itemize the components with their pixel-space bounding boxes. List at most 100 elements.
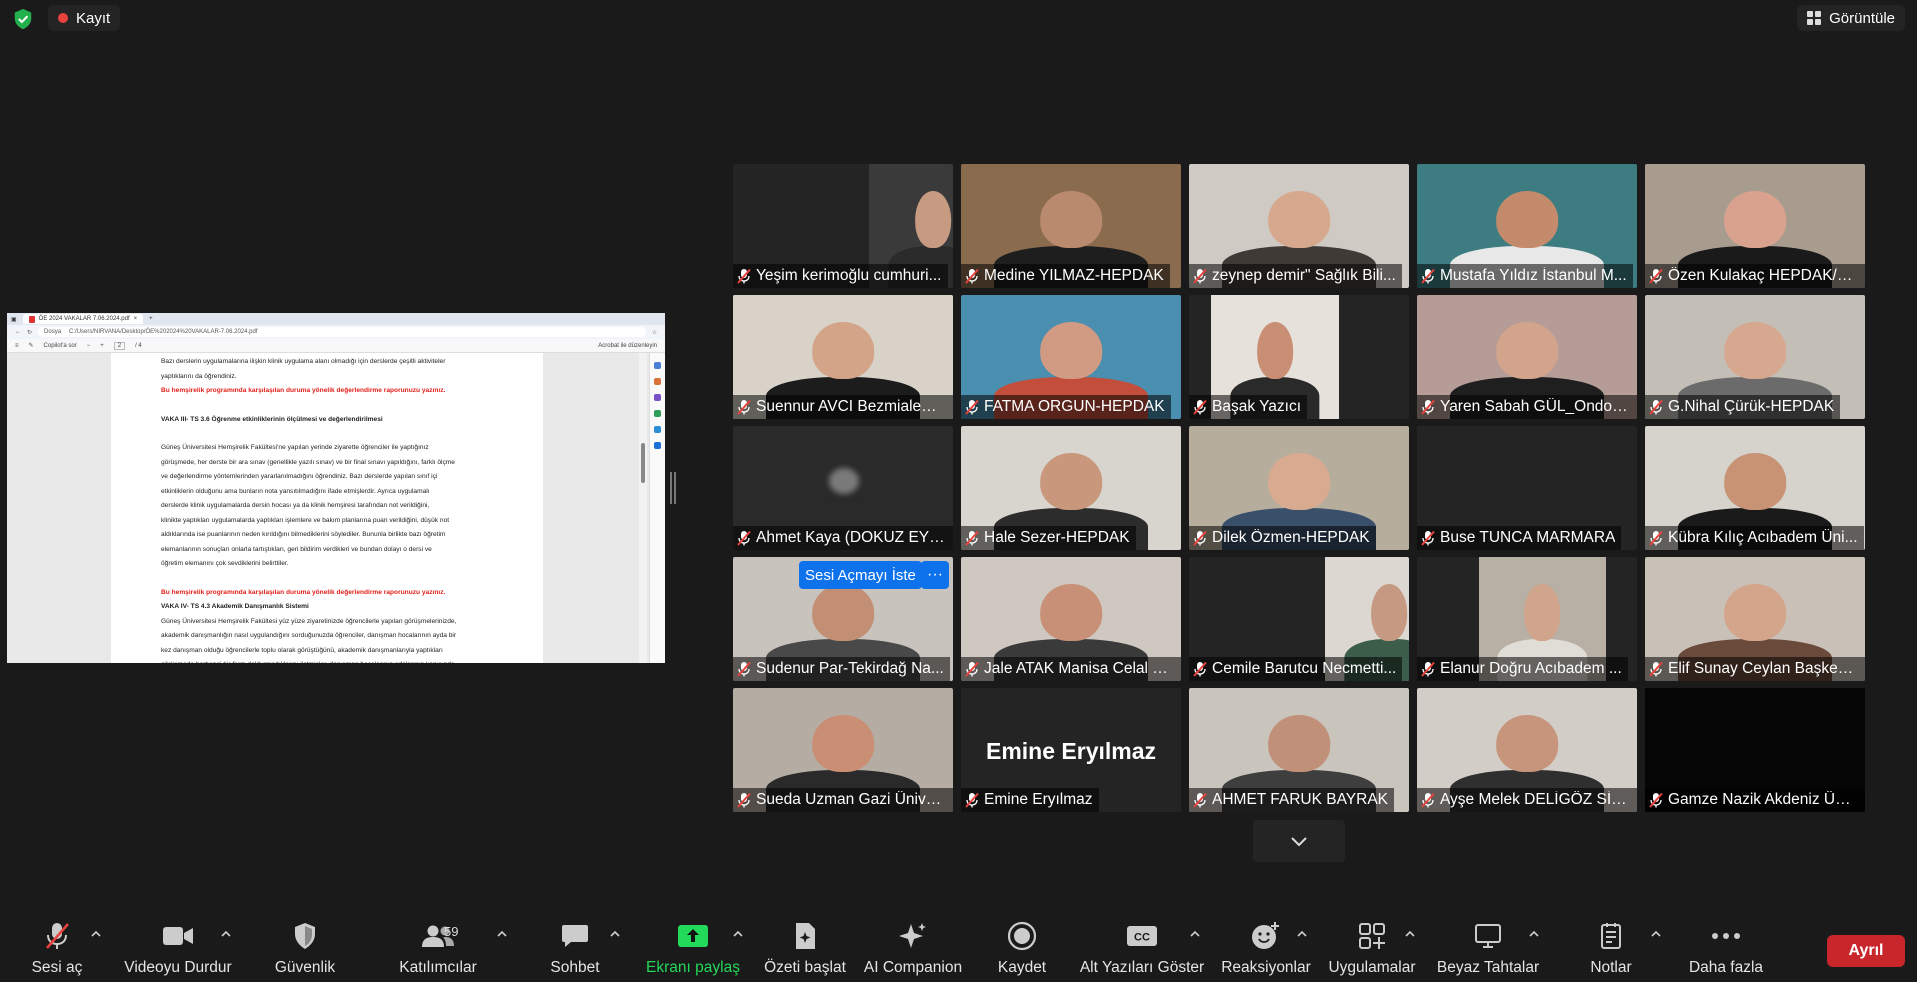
participant-name-label: Özen Kulakaç HEPDAK/OMÜ — [1645, 264, 1865, 288]
pdf-text-line: derslerde klinik uygulamalarda dersin ho… — [161, 502, 430, 509]
pdf-text-line: Bu hemşirelik programında karşılaşılan d… — [161, 387, 446, 394]
draw-icon[interactable]: ✎ — [29, 342, 34, 349]
mic-muted-icon — [965, 399, 979, 415]
pdf-text-line: yaptıklarını da öğrendiniz. — [161, 372, 237, 380]
participant-tile[interactable]: Elif Sunay Ceylan Başkent... — [1645, 557, 1865, 681]
participant-name-label: zeynep demir" Sağlık Bili... — [1189, 264, 1402, 288]
participant-more-button[interactable]: ··· — [921, 561, 949, 589]
participant-tile[interactable]: Yeşim kerimoğlu cumhuri... — [733, 164, 953, 288]
participant-tile[interactable]: Elanur Doğru Acıbadem ... — [1417, 557, 1637, 681]
pdf-text-line: Güneş Üniversitesi Hemşirelik Fakültesi … — [161, 617, 457, 625]
whiteboards-button[interactable]: Beyaz Tahtalar — [1436, 916, 1540, 982]
more-button[interactable]: Daha fazla — [1686, 916, 1766, 982]
participant-tile[interactable]: Kübra Kılıç Acıbadem Üni... — [1645, 426, 1865, 550]
participant-tile[interactable]: FATMA ORGUN-HEPDAK — [961, 295, 1181, 419]
page-number-input[interactable]: 2 — [113, 341, 126, 350]
pdf-text-line: görüşmede, her derste bir ara sınav (gen… — [161, 458, 455, 466]
share-screen-button[interactable]: Ekranı paylaş — [645, 916, 741, 982]
unmute-button[interactable]: Sesi aç — [32, 916, 82, 982]
url-prefix: Dosya — [44, 329, 62, 335]
leave-button[interactable]: Ayrıl — [1827, 935, 1905, 967]
participant-tile[interactable]: Buse TUNCA MARMARA — [1417, 426, 1637, 550]
apps-caret-icon[interactable] — [1404, 930, 1416, 938]
ai-companion-button[interactable]: AI Companion — [862, 916, 964, 982]
participant-tile[interactable]: Sueda Uzman Gazi Ünive... — [733, 688, 953, 812]
participant-tile[interactable]: Jale ATAK Manisa Celal Ba... — [961, 557, 1181, 681]
record-button[interactable]: Kaydet — [990, 916, 1054, 982]
captions-caret-icon[interactable] — [1189, 930, 1201, 938]
browser-tab-title: ÖE 2024 VAKALAR 7.06.2024.pdf — [38, 316, 130, 322]
grid-view-icon — [1807, 11, 1822, 25]
participant-tile[interactable]: Ayşe Melek DELİGÖZ SİV... — [1417, 688, 1637, 812]
notes-label: Notlar — [1590, 959, 1632, 976]
new-tab-icon[interactable]: + — [149, 316, 153, 322]
notes-button[interactable]: Notlar — [1584, 916, 1638, 982]
chat-button[interactable]: Sohbet — [544, 916, 606, 982]
zoom-in-icon[interactable]: + — [100, 343, 104, 349]
next-page-button[interactable] — [1253, 820, 1345, 862]
notes-caret-icon[interactable] — [1650, 930, 1662, 938]
participant-tile[interactable]: Sesi Açmayı İste ··· Sudenur Par-Tekirdağ … — [733, 557, 953, 681]
browser-tab[interactable]: ÖE 2024 VAKALAR 7.06.2024.pdf × — [22, 314, 144, 324]
participant-tile[interactable]: Medine YILMAZ-HEPDAK — [961, 164, 1181, 288]
participant-name-label: Cemile Barutcu Necmetti... — [1189, 657, 1403, 681]
reactions-caret-icon[interactable] — [1296, 930, 1308, 938]
participant-tile[interactable]: Başak Yazıcı — [1189, 295, 1409, 419]
security-shield-icon[interactable] — [12, 8, 34, 30]
whiteboards-caret-icon[interactable] — [1528, 930, 1540, 938]
acrobat-edit[interactable]: Acrobat ile düzenleyin — [598, 343, 657, 349]
participant-tile[interactable]: Hale Sezer-HEPDAK — [961, 426, 1181, 550]
video-options-caret-icon[interactable] — [220, 930, 232, 938]
participant-tile[interactable]: G.Nihal Çürük-HEPDAK — [1645, 295, 1865, 419]
chat-caret-icon[interactable] — [609, 930, 621, 938]
participant-tile[interactable]: Ahmet Kaya (DOKUZ EYL... — [733, 426, 953, 550]
participant-name: Buse TUNCA MARMARA — [1440, 529, 1616, 546]
participant-tile[interactable]: zeynep demir" Sağlık Bili... — [1189, 164, 1409, 288]
participants-button[interactable]: 59 Katılımcılar — [398, 916, 478, 982]
tab-close-icon[interactable]: × — [134, 316, 138, 322]
view-button[interactable]: Görüntüle — [1797, 5, 1905, 31]
mic-muted-icon — [1421, 399, 1435, 415]
pdf-search[interactable]: Copilot'a sor — [44, 343, 77, 349]
more-dots-icon — [1712, 933, 1740, 939]
summary-document-sparkle-icon — [796, 923, 815, 949]
participants-caret-icon[interactable] — [496, 930, 508, 938]
recording-indicator[interactable]: Kayıt — [48, 5, 121, 31]
pdf-page: Bazı derslerin uygulamalarına ilişkin kl… — [111, 353, 543, 663]
shared-screen[interactable]: ▣ ÖE 2024 VAKALAR 7.06.2024.pdf × + ← ↻ … — [7, 313, 665, 663]
pdf-text-line: etkinliklerin olduğunu ama bunların nota… — [161, 487, 430, 495]
chevron-down-icon — [1291, 837, 1307, 847]
pdf-menu-icon[interactable]: ≡ — [15, 343, 19, 349]
participant-tile[interactable]: Mustafa Yıldız İstanbul M... — [1417, 164, 1637, 288]
share-caret-icon[interactable] — [732, 930, 744, 938]
participant-name: Kübra Kılıç Acıbadem Üni... — [1668, 529, 1858, 546]
participant-tile[interactable]: Dilek Özmen-HEPDAK — [1189, 426, 1409, 550]
back-icon[interactable]: ← — [15, 329, 21, 335]
participant-tile[interactable]: Yaren Sabah GÜL_Ondok... — [1417, 295, 1637, 419]
start-summary-button[interactable]: Özeti başlat — [762, 916, 848, 982]
apps-button[interactable]: Uygulamalar — [1326, 916, 1418, 982]
participant-tile[interactable]: AHMET FARUK BAYRAK — [1189, 688, 1409, 812]
apps-label: Uygulamalar — [1328, 959, 1416, 976]
ask-to-unmute-button[interactable]: Sesi Açmayı İste — [799, 561, 922, 589]
pdf-scrollbar[interactable] — [639, 353, 647, 663]
participant-name: AHMET FARUK BAYRAK — [1212, 791, 1388, 808]
participant-tile[interactable]: Gamze Nazik Akdeniz Üni... — [1645, 688, 1865, 812]
participant-name: Suennur AVCI Bezmialem V.Ü. — [756, 398, 947, 415]
security-button[interactable]: Güvenlik — [270, 916, 340, 982]
reload-icon[interactable]: ↻ — [27, 329, 32, 336]
participant-tile[interactable]: Suennur AVCI Bezmialem V.Ü. — [733, 295, 953, 419]
top-bar: Kayıt Görüntüle — [0, 0, 1917, 36]
split-divider-handle[interactable] — [670, 472, 676, 504]
star-icon[interactable]: ☆ — [652, 329, 657, 336]
participant-tile[interactable]: Emine Eryılmaz Emine Eryılmaz — [961, 688, 1181, 812]
record-label: Kaydet — [997, 959, 1047, 976]
audio-options-caret-icon[interactable] — [90, 930, 102, 938]
reactions-button[interactable]: Reaksiyonlar — [1220, 916, 1312, 982]
stop-video-button[interactable]: Videoyu Durdur — [118, 916, 238, 982]
url-field[interactable]: Dosya C:/Users/NIRVANA/Desktop/ÖE%202024… — [38, 327, 646, 337]
zoom-out-icon[interactable]: − — [87, 343, 91, 349]
captions-button[interactable]: CC Alt Yazıları Göster — [1080, 916, 1204, 982]
participant-tile[interactable]: Özen Kulakaç HEPDAK/OMÜ — [1645, 164, 1865, 288]
participant-tile[interactable]: Cemile Barutcu Necmetti... — [1189, 557, 1409, 681]
